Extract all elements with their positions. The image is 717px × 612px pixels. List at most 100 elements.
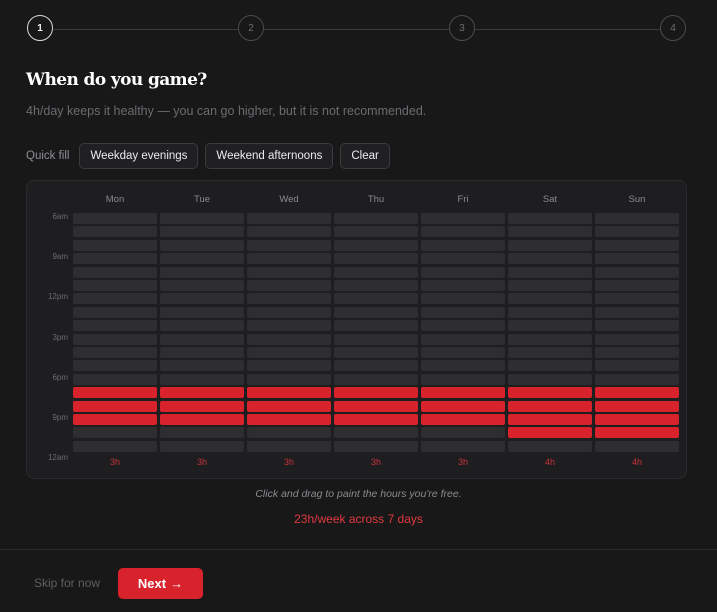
time-slot-cell[interactable]: [508, 373, 592, 385]
time-slot-cell[interactable]: [160, 280, 244, 291]
time-slot-cell[interactable]: [508, 293, 592, 305]
time-slot-cell[interactable]: [73, 440, 157, 452]
time-slot-cell[interactable]: [160, 213, 244, 224]
time-slot-cell[interactable]: [334, 320, 418, 332]
time-slot-cell[interactable]: [508, 400, 592, 412]
time-slot-cell[interactable]: [334, 414, 418, 425]
time-slot-cell[interactable]: [421, 347, 505, 358]
time-slot-cell[interactable]: [421, 373, 505, 385]
time-slot-cell[interactable]: [73, 414, 157, 425]
time-slot-cell[interactable]: [595, 360, 679, 372]
time-slot-cell[interactable]: [508, 414, 592, 425]
time-slot-cell[interactable]: [334, 387, 418, 399]
time-slot-cell[interactable]: [247, 213, 331, 224]
time-slot-cell[interactable]: [247, 333, 331, 345]
time-slot-cell[interactable]: [247, 306, 331, 318]
step-1[interactable]: 1: [27, 15, 53, 41]
time-slot-cell[interactable]: [508, 360, 592, 372]
skip-link[interactable]: Skip for now: [34, 576, 100, 590]
time-slot-cell[interactable]: [595, 226, 679, 238]
time-slot-cell[interactable]: [73, 239, 157, 251]
time-slot-cell[interactable]: [334, 347, 418, 358]
time-slot-cell[interactable]: [247, 414, 331, 425]
time-slot-cell[interactable]: [421, 266, 505, 278]
time-slot-cell[interactable]: [160, 347, 244, 358]
time-slot-cell[interactable]: [334, 440, 418, 452]
time-slot-cell[interactable]: [73, 293, 157, 305]
time-slot-cell[interactable]: [595, 427, 679, 439]
time-slot-cell[interactable]: [508, 253, 592, 265]
time-slot-cell[interactable]: [595, 333, 679, 345]
time-slot-cell[interactable]: [334, 306, 418, 318]
step-4[interactable]: 4: [660, 15, 686, 41]
time-slot-cell[interactable]: [73, 427, 157, 439]
time-slot-cell[interactable]: [595, 293, 679, 305]
time-slot-cell[interactable]: [508, 266, 592, 278]
time-slot-cell[interactable]: [595, 414, 679, 425]
time-slot-cell[interactable]: [160, 239, 244, 251]
time-slot-cell[interactable]: [160, 373, 244, 385]
time-slot-cell[interactable]: [421, 414, 505, 425]
time-slot-cell[interactable]: [247, 347, 331, 358]
time-slot-cell[interactable]: [421, 280, 505, 291]
time-slot-cell[interactable]: [421, 387, 505, 399]
time-slot-cell[interactable]: [334, 226, 418, 238]
schedule-grid[interactable]: Mon 3h Tue 3h Wed 3h Thu 3h Fri 3h Sat 4h Sun 4h 6am 9a…: [26, 180, 687, 479]
time-slot-cell[interactable]: [595, 253, 679, 265]
time-slot-cell[interactable]: [160, 320, 244, 332]
time-slot-cell[interactable]: [73, 253, 157, 265]
time-slot-cell[interactable]: [334, 360, 418, 372]
time-slot-cell[interactable]: [160, 360, 244, 372]
time-slot-cell[interactable]: [595, 400, 679, 412]
time-slot-cell[interactable]: [595, 213, 679, 224]
time-slot-cell[interactable]: [73, 320, 157, 332]
time-slot-cell[interactable]: [334, 293, 418, 305]
time-slot-cell[interactable]: [334, 266, 418, 278]
time-slot-cell[interactable]: [508, 347, 592, 358]
time-slot-cell[interactable]: [508, 427, 592, 439]
time-slot-cell[interactable]: [421, 427, 505, 439]
time-slot-cell[interactable]: [421, 226, 505, 238]
time-slot-cell[interactable]: [73, 213, 157, 224]
time-slot-cell[interactable]: [73, 266, 157, 278]
time-slot-cell[interactable]: [508, 226, 592, 238]
time-slot-cell[interactable]: [160, 306, 244, 318]
step-2[interactable]: 2: [238, 15, 264, 41]
time-slot-cell[interactable]: [73, 333, 157, 345]
time-slot-cell[interactable]: [73, 226, 157, 238]
time-slot-cell[interactable]: [508, 387, 592, 399]
time-slot-cell[interactable]: [247, 427, 331, 439]
time-slot-cell[interactable]: [421, 213, 505, 224]
time-slot-cell[interactable]: [73, 387, 157, 399]
time-slot-cell[interactable]: [247, 360, 331, 372]
time-slot-cell[interactable]: [247, 253, 331, 265]
time-slot-cell[interactable]: [421, 306, 505, 318]
time-slot-cell[interactable]: [334, 373, 418, 385]
time-slot-cell[interactable]: [595, 347, 679, 358]
time-slot-cell[interactable]: [421, 360, 505, 372]
next-button[interactable]: Next →: [118, 568, 203, 599]
weekday-evenings-button[interactable]: Weekday evenings: [79, 143, 199, 169]
time-slot-cell[interactable]: [595, 306, 679, 318]
time-slot-cell[interactable]: [421, 239, 505, 251]
time-slot-cell[interactable]: [334, 333, 418, 345]
time-slot-cell[interactable]: [160, 387, 244, 399]
time-slot-cell[interactable]: [160, 414, 244, 425]
time-slot-cell[interactable]: [595, 320, 679, 332]
time-slot-cell[interactable]: [334, 400, 418, 412]
time-slot-cell[interactable]: [160, 400, 244, 412]
time-slot-cell[interactable]: [508, 440, 592, 452]
time-slot-cell[interactable]: [508, 320, 592, 332]
time-slot-cell[interactable]: [160, 253, 244, 265]
time-slot-cell[interactable]: [595, 373, 679, 385]
time-slot-cell[interactable]: [247, 400, 331, 412]
time-slot-cell[interactable]: [160, 226, 244, 238]
time-slot-cell[interactable]: [160, 333, 244, 345]
time-slot-cell[interactable]: [334, 280, 418, 291]
step-3[interactable]: 3: [449, 15, 475, 41]
time-slot-cell[interactable]: [73, 360, 157, 372]
time-slot-cell[interactable]: [73, 400, 157, 412]
time-slot-cell[interactable]: [508, 239, 592, 251]
time-slot-cell[interactable]: [334, 239, 418, 251]
weekend-afternoons-button[interactable]: Weekend afternoons: [205, 143, 334, 169]
